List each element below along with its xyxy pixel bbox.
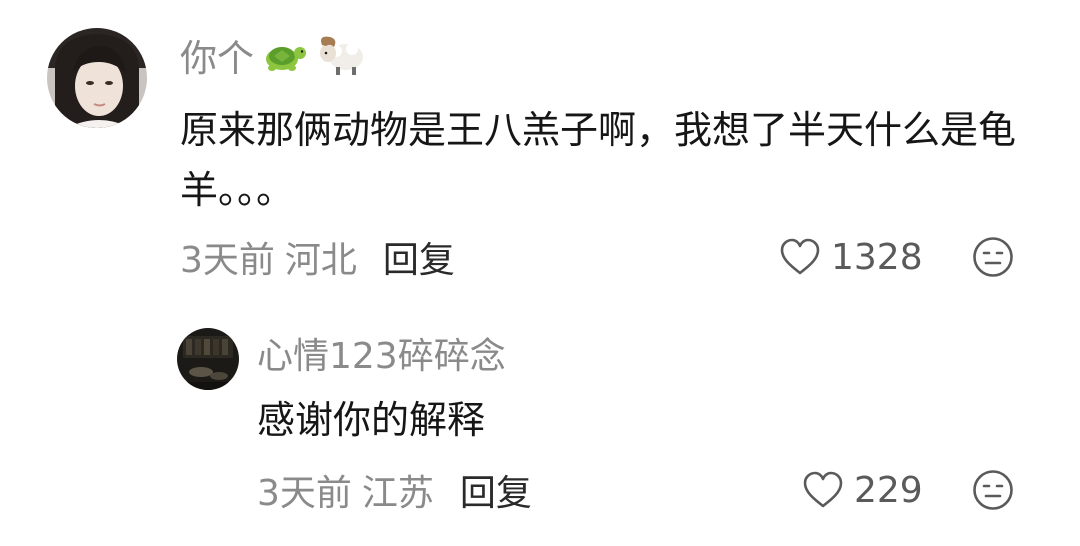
like-button[interactable]: 229	[802, 465, 923, 515]
location: 江苏	[361, 473, 434, 514]
avatar[interactable]	[177, 328, 239, 390]
comment-text: 感谢你的解释	[257, 398, 486, 442]
comment-meta: 3天前 江苏 回复	[257, 465, 532, 515]
comment-meta: 3天前 河北 回复	[180, 232, 455, 282]
username[interactable]: 心情123碎碎念	[257, 328, 506, 378]
reaction-button[interactable]	[972, 469, 1014, 511]
ram-icon	[316, 33, 368, 77]
location: 河北	[284, 240, 357, 281]
username-text: 心情123碎碎念	[257, 336, 506, 377]
like-button[interactable]: 1328	[779, 232, 923, 282]
avatar-image	[47, 28, 147, 128]
reply-button[interactable]: 回复	[460, 464, 532, 516]
comment-text: 原来那俩动物是王八羔子啊，我想了半天什么是龟羊。。。	[180, 108, 1017, 212]
neutral-face-icon	[973, 237, 1013, 277]
heart-icon	[803, 471, 843, 508]
like-count: 1328	[831, 236, 923, 278]
reaction-button[interactable]	[972, 236, 1014, 278]
neutral-face-icon	[973, 470, 1013, 510]
like-count: 229	[854, 469, 923, 511]
turtle-icon	[260, 35, 310, 75]
username-text: 你个	[180, 37, 254, 80]
heart-icon	[780, 238, 820, 275]
reply-button[interactable]: 回复	[383, 231, 455, 283]
username[interactable]: 你个	[180, 30, 368, 80]
avatar-image	[177, 328, 239, 390]
timestamp: 3天前	[180, 240, 275, 281]
avatar[interactable]	[47, 28, 147, 128]
timestamp: 3天前	[257, 473, 352, 514]
